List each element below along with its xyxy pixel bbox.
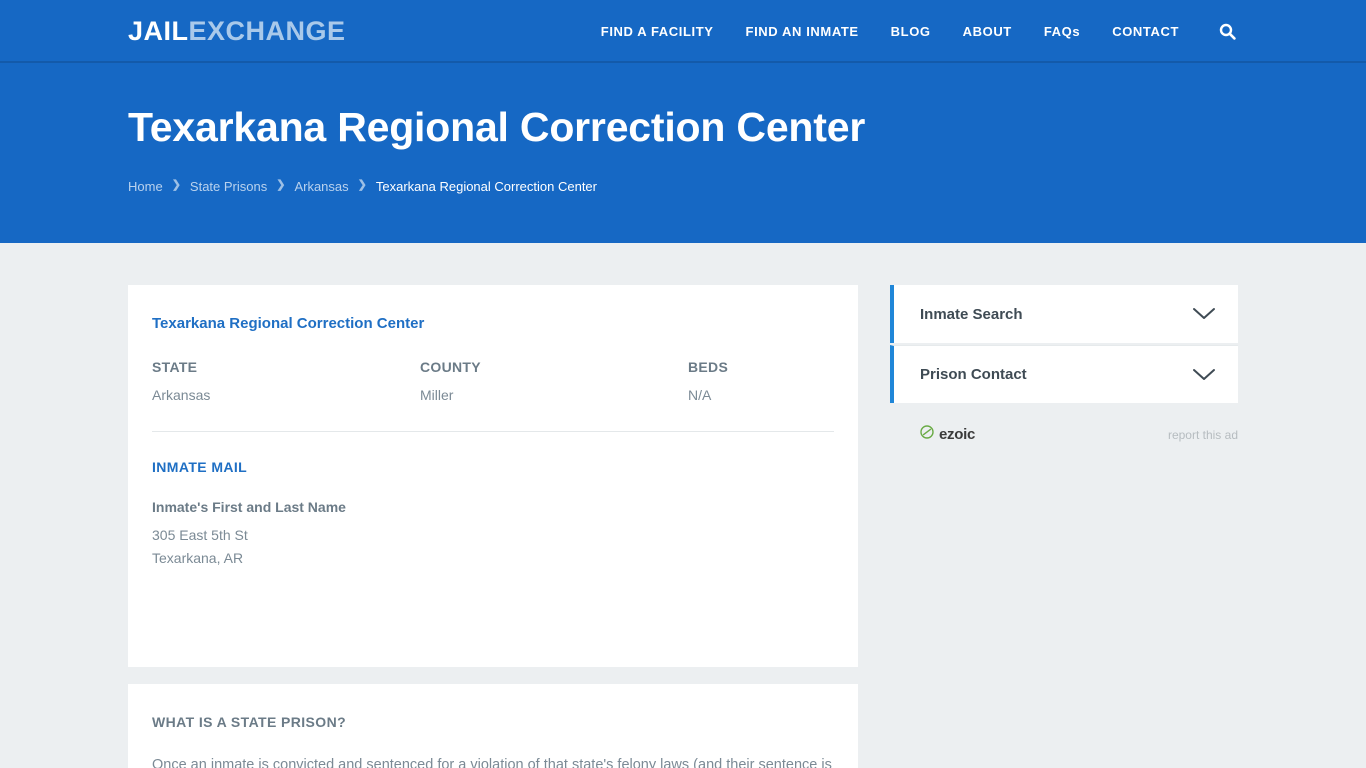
stat-label-state: STATE — [152, 359, 198, 375]
chevron-down-icon[interactable] — [1192, 307, 1216, 321]
breadcrumb-item-home[interactable]: Home — [128, 179, 163, 194]
facility-name: Texarkana Regional Correction Center — [152, 315, 425, 332]
accordion-label-prison-contact: Prison Contact — [920, 366, 1027, 383]
facility-stats-row: STATE Arkansas COUNTY Miller BEDS N/A — [152, 359, 834, 403]
card-bottom-spacer — [152, 569, 834, 639]
state-prison-body: Once an inmate is convicted and sentence… — [152, 757, 832, 768]
search-icon[interactable] — [1219, 23, 1236, 40]
facility-details-card: Texarkana Regional Correction Center STA… — [128, 285, 858, 668]
ezoic-wordmark: ezoic — [939, 426, 976, 443]
breadcrumb-separator-icon: ❯ — [357, 179, 367, 192]
page-content: Texarkana Regional Correction Center STA… — [0, 243, 1366, 768]
breadcrumb-separator-icon: ❯ — [276, 179, 286, 192]
card-divider — [152, 431, 834, 432]
nav-item-contact[interactable]: CONTACT — [1112, 24, 1179, 39]
stat-label-beds: BEDS — [688, 359, 729, 375]
main-column: Texarkana Regional Correction Center STA… — [128, 285, 858, 768]
logo-text-primary: JAIL — [128, 16, 189, 46]
breadcrumb-item-arkansas[interactable]: Arkansas — [294, 179, 348, 194]
breadcrumb-item-state-prisons[interactable]: State Prisons — [190, 179, 267, 194]
report-this-ad-link[interactable]: report this ad — [1168, 428, 1238, 442]
nav-item-blog[interactable]: BLOG — [891, 24, 931, 39]
stat-state: STATE Arkansas — [152, 359, 420, 403]
page-title: Texarkana Regional Correction Center — [128, 104, 866, 150]
sidebar-column: Inmate Search Prison Contact ezoic repor… — [890, 285, 1238, 768]
nav-item-find-a-facility[interactable]: FIND A FACILITY — [601, 24, 714, 39]
site-header: JAILEXCHANGE FIND A FACILITY FIND AN INM… — [0, 0, 1366, 63]
site-logo[interactable]: JAILEXCHANGE — [128, 18, 346, 45]
nav-item-about[interactable]: ABOUT — [963, 24, 1012, 39]
inmate-mail-heading: INMATE MAIL — [152, 459, 248, 475]
nav-item-find-an-inmate[interactable]: FIND AN INMATE — [746, 24, 859, 39]
accordion-prison-contact[interactable]: Prison Contact — [890, 345, 1238, 403]
stat-value-state: Arkansas — [152, 387, 211, 403]
breadcrumb-separator-icon: ❯ — [171, 179, 181, 192]
inmate-mail-street: 305 East 5th St — [152, 527, 248, 543]
accordion-label-inmate-search: Inmate Search — [920, 305, 1023, 323]
main-navigation: FIND A FACILITY FIND AN INMATE BLOG ABOU… — [601, 23, 1236, 40]
state-prison-heading: WHAT IS A STATE PRISON? — [152, 714, 347, 731]
stat-county: COUNTY Miller — [420, 359, 688, 403]
breadcrumb: Home ❯ State Prisons ❯ Arkansas ❯ Texark… — [128, 179, 1238, 194]
page-hero: Texarkana Regional Correction Center Hom… — [0, 63, 1366, 243]
ad-attribution-bar: ezoic report this ad — [890, 425, 1238, 444]
stat-beds: BEDS N/A — [688, 359, 728, 403]
ezoic-mark-icon — [920, 425, 934, 444]
nav-item-faqs[interactable]: FAQs — [1044, 24, 1080, 39]
logo-text-secondary: EXCHANGE — [188, 16, 346, 46]
inmate-mail-city-state: Texarkana, AR — [152, 549, 244, 566]
stat-value-county: Miller — [420, 387, 454, 403]
state-prison-info-card: WHAT IS A STATE PRISON? Once an inmate i… — [128, 684, 858, 768]
inmate-mail-name-line: Inmate's First and Last Name — [152, 499, 346, 515]
chevron-down-icon[interactable] — [1192, 368, 1216, 382]
ezoic-logo[interactable]: ezoic — [920, 425, 975, 444]
stat-value-beds: N/A — [688, 387, 712, 403]
breadcrumb-item-current: Texarkana Regional Correction Center — [375, 179, 597, 195]
stat-label-county: COUNTY — [420, 359, 481, 375]
accordion-inmate-search[interactable]: Inmate Search — [890, 285, 1238, 343]
